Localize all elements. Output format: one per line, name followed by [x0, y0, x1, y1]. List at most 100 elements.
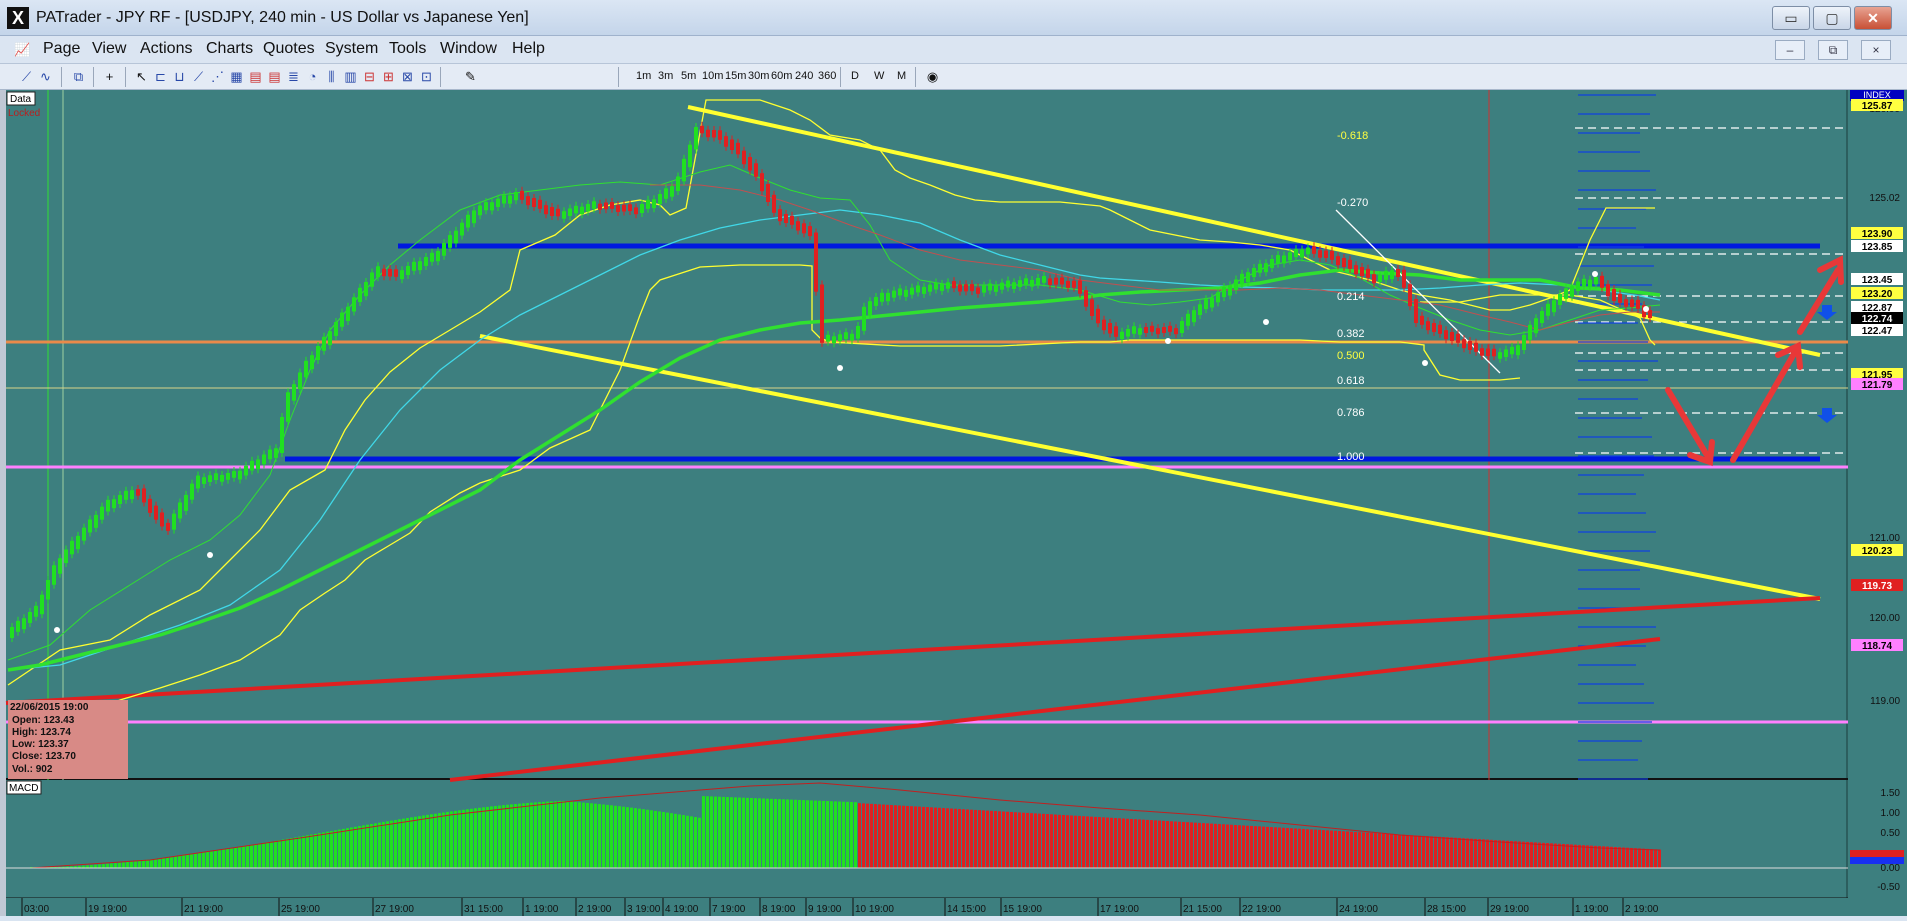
box-icon[interactable]: ▤ — [266, 68, 283, 85]
macd-bar — [114, 863, 117, 868]
macd-bar — [1110, 817, 1113, 868]
menu-help[interactable]: Help — [512, 40, 545, 58]
crosshair-icon[interactable]: + — [101, 68, 118, 85]
candle-body — [1036, 278, 1040, 285]
macd-bar — [106, 863, 109, 868]
rectangle-icon[interactable]: ▤ — [247, 68, 264, 85]
macd-bar — [930, 807, 933, 868]
macd-tag[interactable]: MACD — [9, 783, 38, 794]
close-button[interactable]: ✕ — [1854, 6, 1892, 30]
chart-app-icon[interactable]: 📈 — [14, 41, 31, 58]
timeframe-360[interactable]: 360 — [818, 70, 836, 82]
candle-body — [352, 297, 356, 312]
macd-bar — [1594, 845, 1597, 868]
macd-axis-label: 1.00 — [1881, 808, 1901, 819]
menu-charts[interactable]: Charts — [206, 40, 253, 58]
timeframe-3m[interactable]: 3m — [658, 70, 673, 82]
macd-bar — [1538, 842, 1541, 868]
menu-page[interactable]: Page — [43, 40, 80, 58]
menu-view[interactable]: View — [92, 40, 126, 58]
horizontal-line-icon[interactable]: ⊏ — [152, 68, 169, 85]
chart-icon[interactable]: ⧉ — [70, 68, 87, 85]
pitchfork-icon[interactable]: ⊟ — [361, 68, 378, 85]
mdi-close-button[interactable]: × — [1861, 40, 1891, 60]
data-window-low: Low: 123.37 — [12, 739, 69, 750]
data-tag[interactable]: Data — [10, 94, 32, 105]
timeframe-240[interactable]: 240 — [795, 70, 813, 82]
candle-body — [160, 512, 164, 527]
macd-bar — [958, 808, 961, 868]
macd-bar — [974, 809, 977, 868]
candle-body — [388, 269, 392, 277]
period-daily[interactable]: D — [851, 70, 859, 82]
fan-icon[interactable]: ⋰ — [209, 68, 226, 85]
text-tool-icon[interactable]: ⊠ — [399, 68, 416, 85]
candle-body — [592, 201, 596, 209]
vertical-line-icon[interactable]: ⊔ — [171, 68, 188, 85]
arc-icon[interactable]: ◔ — [304, 68, 321, 85]
timeframe-15m[interactable]: 15m — [725, 70, 746, 82]
macd-bar — [682, 815, 685, 868]
pencil-icon[interactable]: ✎ — [462, 68, 479, 85]
timeframe-30m[interactable]: 30m — [748, 70, 769, 82]
candle-body — [1108, 323, 1112, 334]
mdi-minimize-button[interactable]: – — [1775, 40, 1805, 60]
period-monthly[interactable]: M — [897, 70, 906, 82]
cycle-icon[interactable]: ⊞ — [380, 68, 397, 85]
macd-bar — [1566, 844, 1569, 868]
macd-bar — [478, 807, 481, 868]
macd-bar — [862, 803, 865, 868]
period-weekly[interactable]: W — [874, 70, 884, 82]
measure-icon[interactable]: ⊡ — [418, 68, 435, 85]
macd-bar — [1194, 822, 1197, 868]
macd-bar — [1022, 812, 1025, 868]
macd-bar — [1586, 845, 1589, 868]
menu-actions[interactable]: Actions — [140, 40, 192, 58]
macd-bar — [522, 803, 525, 868]
fibonacci-icon[interactable]: ≣ — [285, 68, 302, 85]
macd-bar — [1558, 843, 1561, 868]
timeframe-1m[interactable]: 1m — [636, 70, 651, 82]
time-axis-label: 29 19:00 — [1490, 904, 1529, 915]
timeframe-5m[interactable]: 5m — [681, 70, 696, 82]
price-axis-label: 121.00 — [1869, 533, 1900, 544]
draw-tool-icon[interactable]: ⟋ — [18, 68, 35, 85]
candle-body — [202, 477, 206, 484]
candle-body — [1258, 263, 1262, 273]
app-icon[interactable]: X — [7, 7, 29, 29]
macd-bar — [946, 808, 949, 868]
candle-body — [760, 173, 764, 192]
macd-bar — [1430, 836, 1433, 868]
grid-icon[interactable]: ▦ — [228, 68, 245, 85]
timeframe-60m[interactable]: 60m — [771, 70, 792, 82]
macd-bar — [1290, 828, 1293, 868]
macd-bar — [342, 828, 345, 868]
menu-quotes[interactable]: Quotes — [263, 40, 315, 58]
pointer-icon[interactable]: ↖ — [133, 68, 150, 85]
candle-body — [736, 142, 740, 155]
menu-system[interactable]: System — [325, 40, 378, 58]
mdi-restore-button[interactable]: ⧉ — [1818, 40, 1848, 60]
macd-bar — [354, 826, 357, 868]
macd-bar — [1318, 829, 1321, 868]
maximize-button[interactable]: ▢ — [1813, 6, 1851, 30]
channel-icon[interactable]: ▥ — [342, 68, 359, 85]
minimize-button[interactable]: ▭ — [1772, 6, 1810, 30]
menu-tools[interactable]: Tools — [389, 40, 426, 58]
menu-window[interactable]: Window — [440, 40, 497, 58]
timeframe-10m[interactable]: 10m — [702, 70, 723, 82]
trendline-icon[interactable]: ⟋ — [190, 68, 207, 85]
macd-bar — [338, 829, 341, 868]
clock-icon[interactable]: ◉ — [924, 68, 941, 85]
macd-bar — [1418, 835, 1421, 868]
macd-bar — [202, 852, 205, 868]
line-tool-icon[interactable]: ∿ — [37, 68, 54, 85]
gann-icon[interactable]: ⫼ — [323, 68, 340, 85]
macd-bar — [234, 847, 237, 868]
macd-bar — [1374, 833, 1377, 868]
macd-bar — [1554, 843, 1557, 868]
price-chart[interactable]: -0.618 -0.270 0.214 0.382 0.500 0.618 0.… — [0, 89, 1907, 916]
candle-body — [1450, 332, 1454, 341]
candle-body — [1252, 268, 1256, 277]
candle-body — [1384, 270, 1388, 280]
